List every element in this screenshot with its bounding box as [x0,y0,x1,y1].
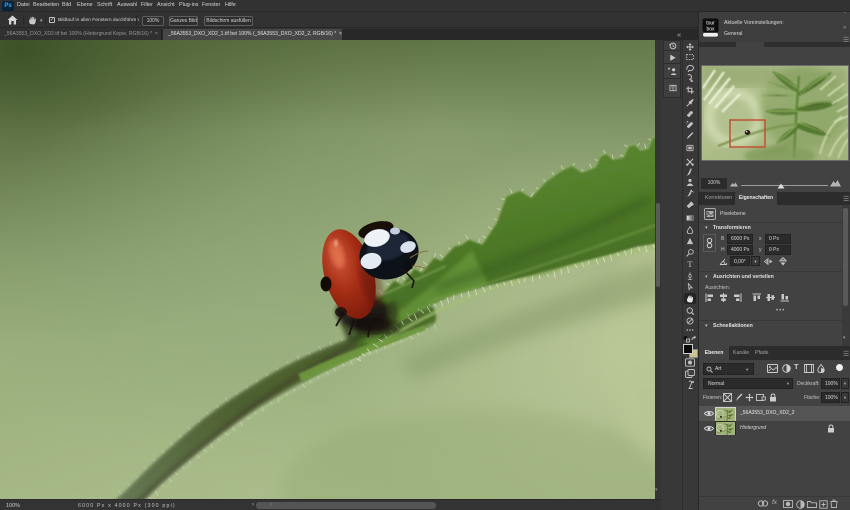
svg-text:T: T [687,260,693,268]
svg-text:box: box [706,27,715,33]
